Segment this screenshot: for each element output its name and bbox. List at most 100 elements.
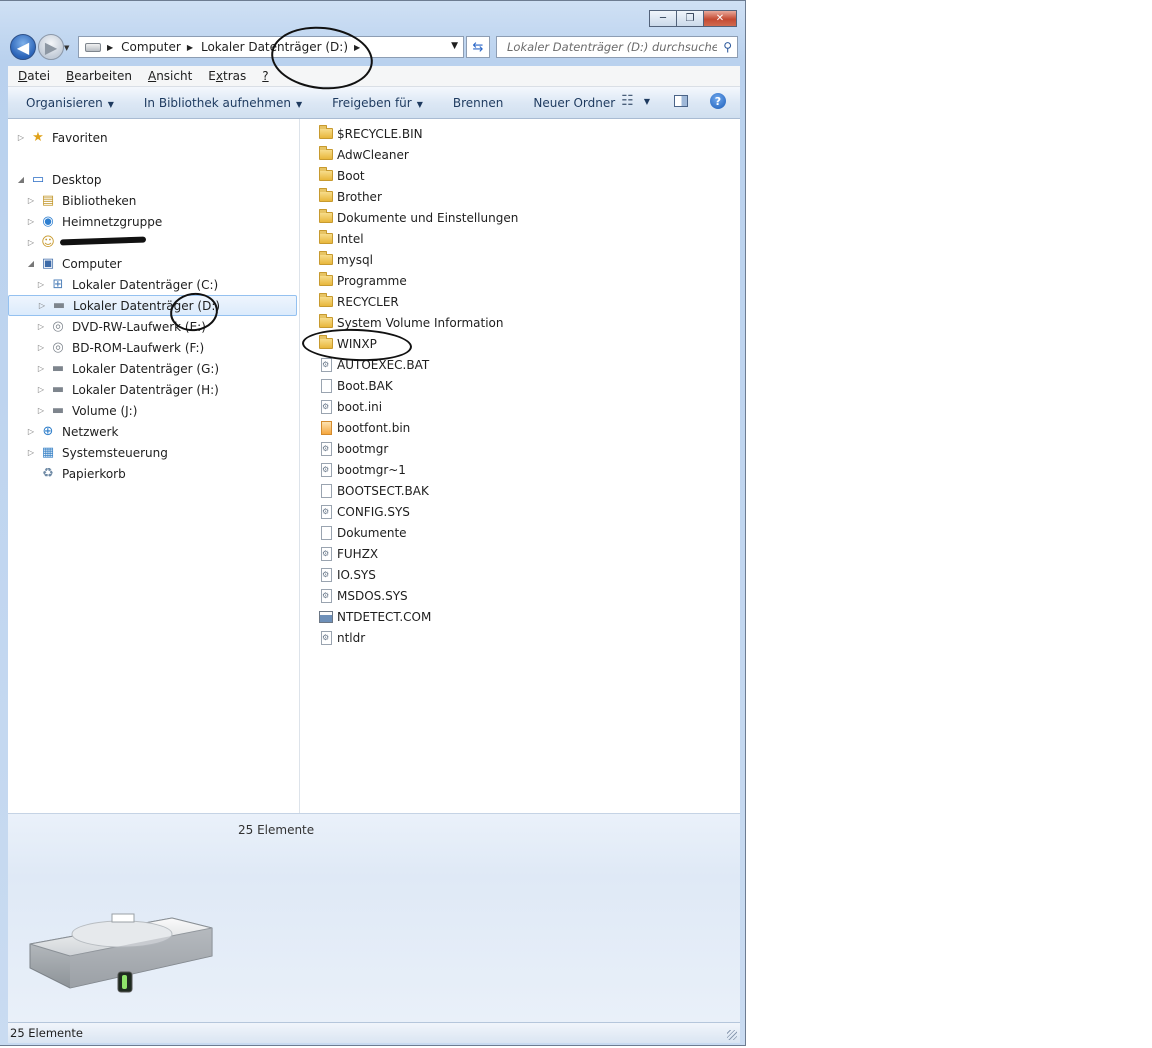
file-name: FUHZX	[337, 546, 379, 561]
file-name: bootfont.bin	[337, 420, 411, 435]
breadcrumb-separator-icon[interactable]: ▶	[107, 43, 113, 52]
share-label: Freigeben für	[332, 95, 412, 110]
close-button[interactable]: ✕	[703, 10, 737, 27]
back-button[interactable]: ◀	[10, 34, 36, 60]
file-list-item[interactable]: WINXP	[319, 333, 739, 354]
tree-node[interactable]: ♻ Papierkorb	[8, 463, 299, 484]
expand-toggle-icon[interactable]: ▷	[26, 238, 36, 247]
refresh-button[interactable]: ⇆	[466, 36, 490, 58]
search-input[interactable]	[505, 39, 719, 55]
breadcrumb-separator-icon[interactable]: ▶	[354, 43, 360, 52]
tree-node[interactable]: ▷ ◎ BD-ROM-Laufwerk (F:)	[8, 337, 299, 358]
file-list-item[interactable]: bootfont.bin	[319, 417, 739, 438]
file-list-item[interactable]: MSDOS.SYS	[319, 585, 739, 606]
system-file-icon	[321, 567, 332, 582]
file-list-item[interactable]: AUTOEXEC.BAT	[319, 354, 739, 375]
maximize-button[interactable]: ❐	[676, 10, 704, 27]
expand-toggle-icon[interactable]: ▷	[16, 133, 26, 142]
tree-node[interactable]: ▷ ◉ Heimnetzgruppe	[8, 211, 299, 232]
organize-button[interactable]: Organisieren ▼	[26, 96, 114, 110]
breadcrumb-computer[interactable]: Computer	[121, 40, 181, 54]
minimize-button[interactable]: ─	[649, 10, 677, 27]
add-to-library-button[interactable]: In Bibliothek aufnehmen ▼	[144, 96, 302, 110]
file-name: AUTOEXEC.BAT	[337, 357, 430, 372]
tree-node[interactable]: ▷ ★ Favoriten	[8, 127, 299, 148]
tree-node[interactable]: ▷ ☺	[8, 232, 299, 253]
file-list-item[interactable]: CONFIG.SYS	[319, 501, 739, 522]
tree-node[interactable]: ◢ ▣ Computer	[8, 253, 299, 274]
preview-pane-icon[interactable]	[674, 95, 688, 107]
file-list-item[interactable]: Dokumente	[319, 522, 739, 543]
expand-toggle-icon[interactable]: ▷	[36, 385, 46, 394]
file-list-item[interactable]: Dokumente und Einstellungen	[319, 207, 739, 228]
tree-node[interactable]: ▷ ▬ Lokaler Datenträger (G:)	[8, 358, 299, 379]
file-list-item[interactable]: System Volume Information	[319, 312, 739, 333]
network-icon: ⊕	[42, 424, 54, 439]
tree-node[interactable]: ▷ ▬ Lokaler Datenträger (D:)	[8, 295, 297, 316]
view-dropdown-icon[interactable]: ▼	[644, 97, 650, 106]
expand-toggle-icon[interactable]: ▷	[36, 280, 46, 289]
menu-item-3[interactable]: Extras	[208, 69, 246, 83]
folder-icon	[319, 335, 333, 349]
new-folder-button[interactable]: Neuer Ordner	[533, 96, 615, 110]
breadcrumb-drive-d[interactable]: Lokaler Datenträger (D:)	[201, 40, 348, 54]
address-bar[interactable]: ▶ Computer ▶ Lokaler Datenträger (D:) ▶ …	[78, 36, 464, 58]
file-list-item[interactable]: bootmgr	[319, 438, 739, 459]
burn-button[interactable]: Brennen	[453, 96, 503, 110]
expand-toggle-icon[interactable]: ◢	[16, 175, 26, 184]
tree-node[interactable]: ▷ ◎ DVD-RW-Laufwerk (E:)	[8, 316, 299, 337]
file-list-item[interactable]: RECYCLER	[319, 291, 739, 312]
menu-item-2[interactable]: Ansicht	[148, 69, 192, 83]
file-list-item[interactable]: Intel	[319, 228, 739, 249]
search-icon[interactable]: ⚲	[723, 40, 732, 54]
tree-node[interactable]: ◢ ▭ Desktop	[8, 169, 299, 190]
file-list-item[interactable]: Boot	[319, 165, 739, 186]
share-with-button[interactable]: Freigeben für ▼	[332, 96, 423, 110]
favorites-star-icon: ★	[32, 130, 44, 145]
tree-node[interactable]: ▷ ▬ Volume (J:)	[8, 400, 299, 421]
file-list-item[interactable]: IO.SYS	[319, 564, 739, 585]
menu-item-1[interactable]: Bearbeiten	[66, 69, 132, 83]
tree-node[interactable]: ▷ ▬ Lokaler Datenträger (H:)	[8, 379, 299, 400]
file-list-item[interactable]: $RECYCLE.BIN	[319, 123, 739, 144]
tree-node-label: Lokaler Datenträger (H:)	[72, 382, 219, 397]
expand-toggle-icon[interactable]: ▷	[36, 406, 46, 415]
file-name: MSDOS.SYS	[337, 588, 408, 603]
tree-node[interactable]: ▷ ▤ Bibliotheken	[8, 190, 299, 211]
expand-toggle-icon[interactable]: ▷	[36, 343, 46, 352]
file-list-item[interactable]: BOOTSECT.BAK	[319, 480, 739, 501]
file-list-item[interactable]: mysql	[319, 249, 739, 270]
expand-toggle-icon[interactable]: ▷	[26, 448, 36, 457]
view-options-icon[interactable]: ☷	[621, 93, 634, 109]
breadcrumb-separator-icon[interactable]: ▶	[187, 43, 193, 52]
file-list-item[interactable]: bootmgr~1	[319, 459, 739, 480]
navigation-pane: ▷ ★ Favoriten ◢ ▭ Desktop ▷ ▤ Bibliotheken ▷ ◉ Heim…	[8, 119, 300, 813]
tree-node[interactable]: ▷ ⊞ Lokaler Datenträger (C:)	[8, 274, 299, 295]
expand-toggle-icon[interactable]: ▷	[36, 364, 46, 373]
file-list-item[interactable]: AdwCleaner	[319, 144, 739, 165]
expand-toggle-icon[interactable]: ▷	[26, 427, 36, 436]
expand-toggle-icon[interactable]: ◢	[26, 259, 36, 268]
file-list-item[interactable]: NTDETECT.COM	[319, 606, 739, 627]
help-icon[interactable]: ?	[710, 93, 726, 109]
address-dropdown-icon[interactable]: ▼	[451, 41, 458, 51]
file-list-item[interactable]: Boot.BAK	[319, 375, 739, 396]
expand-toggle-icon[interactable]: ▷	[26, 196, 36, 205]
file-list-item[interactable]: boot.ini	[319, 396, 739, 417]
menu-item-4[interactable]: ?	[262, 69, 268, 83]
file-list-item[interactable]: FUHZX	[319, 543, 739, 564]
expand-toggle-icon[interactable]: ▷	[26, 217, 36, 226]
forward-button[interactable]: ▶	[38, 34, 64, 60]
history-dropdown-icon[interactable]: ▼	[64, 44, 69, 52]
file-name: ntldr	[337, 630, 366, 645]
expand-toggle-icon[interactable]: ▷	[36, 322, 46, 331]
tree-node[interactable]: ▷ ⊕ Netzwerk	[8, 421, 299, 442]
file-list-item[interactable]: Programme	[319, 270, 739, 291]
file-list-item[interactable]: ntldr	[319, 627, 739, 648]
file-icon	[321, 378, 332, 393]
file-list-item[interactable]: Brother	[319, 186, 739, 207]
menu-item-0[interactable]: Datei	[18, 69, 50, 83]
resize-grip[interactable]	[727, 1030, 737, 1040]
tree-node[interactable]: ▷ ▦ Systemsteuerung	[8, 442, 299, 463]
expand-toggle-icon[interactable]: ▷	[37, 301, 47, 310]
